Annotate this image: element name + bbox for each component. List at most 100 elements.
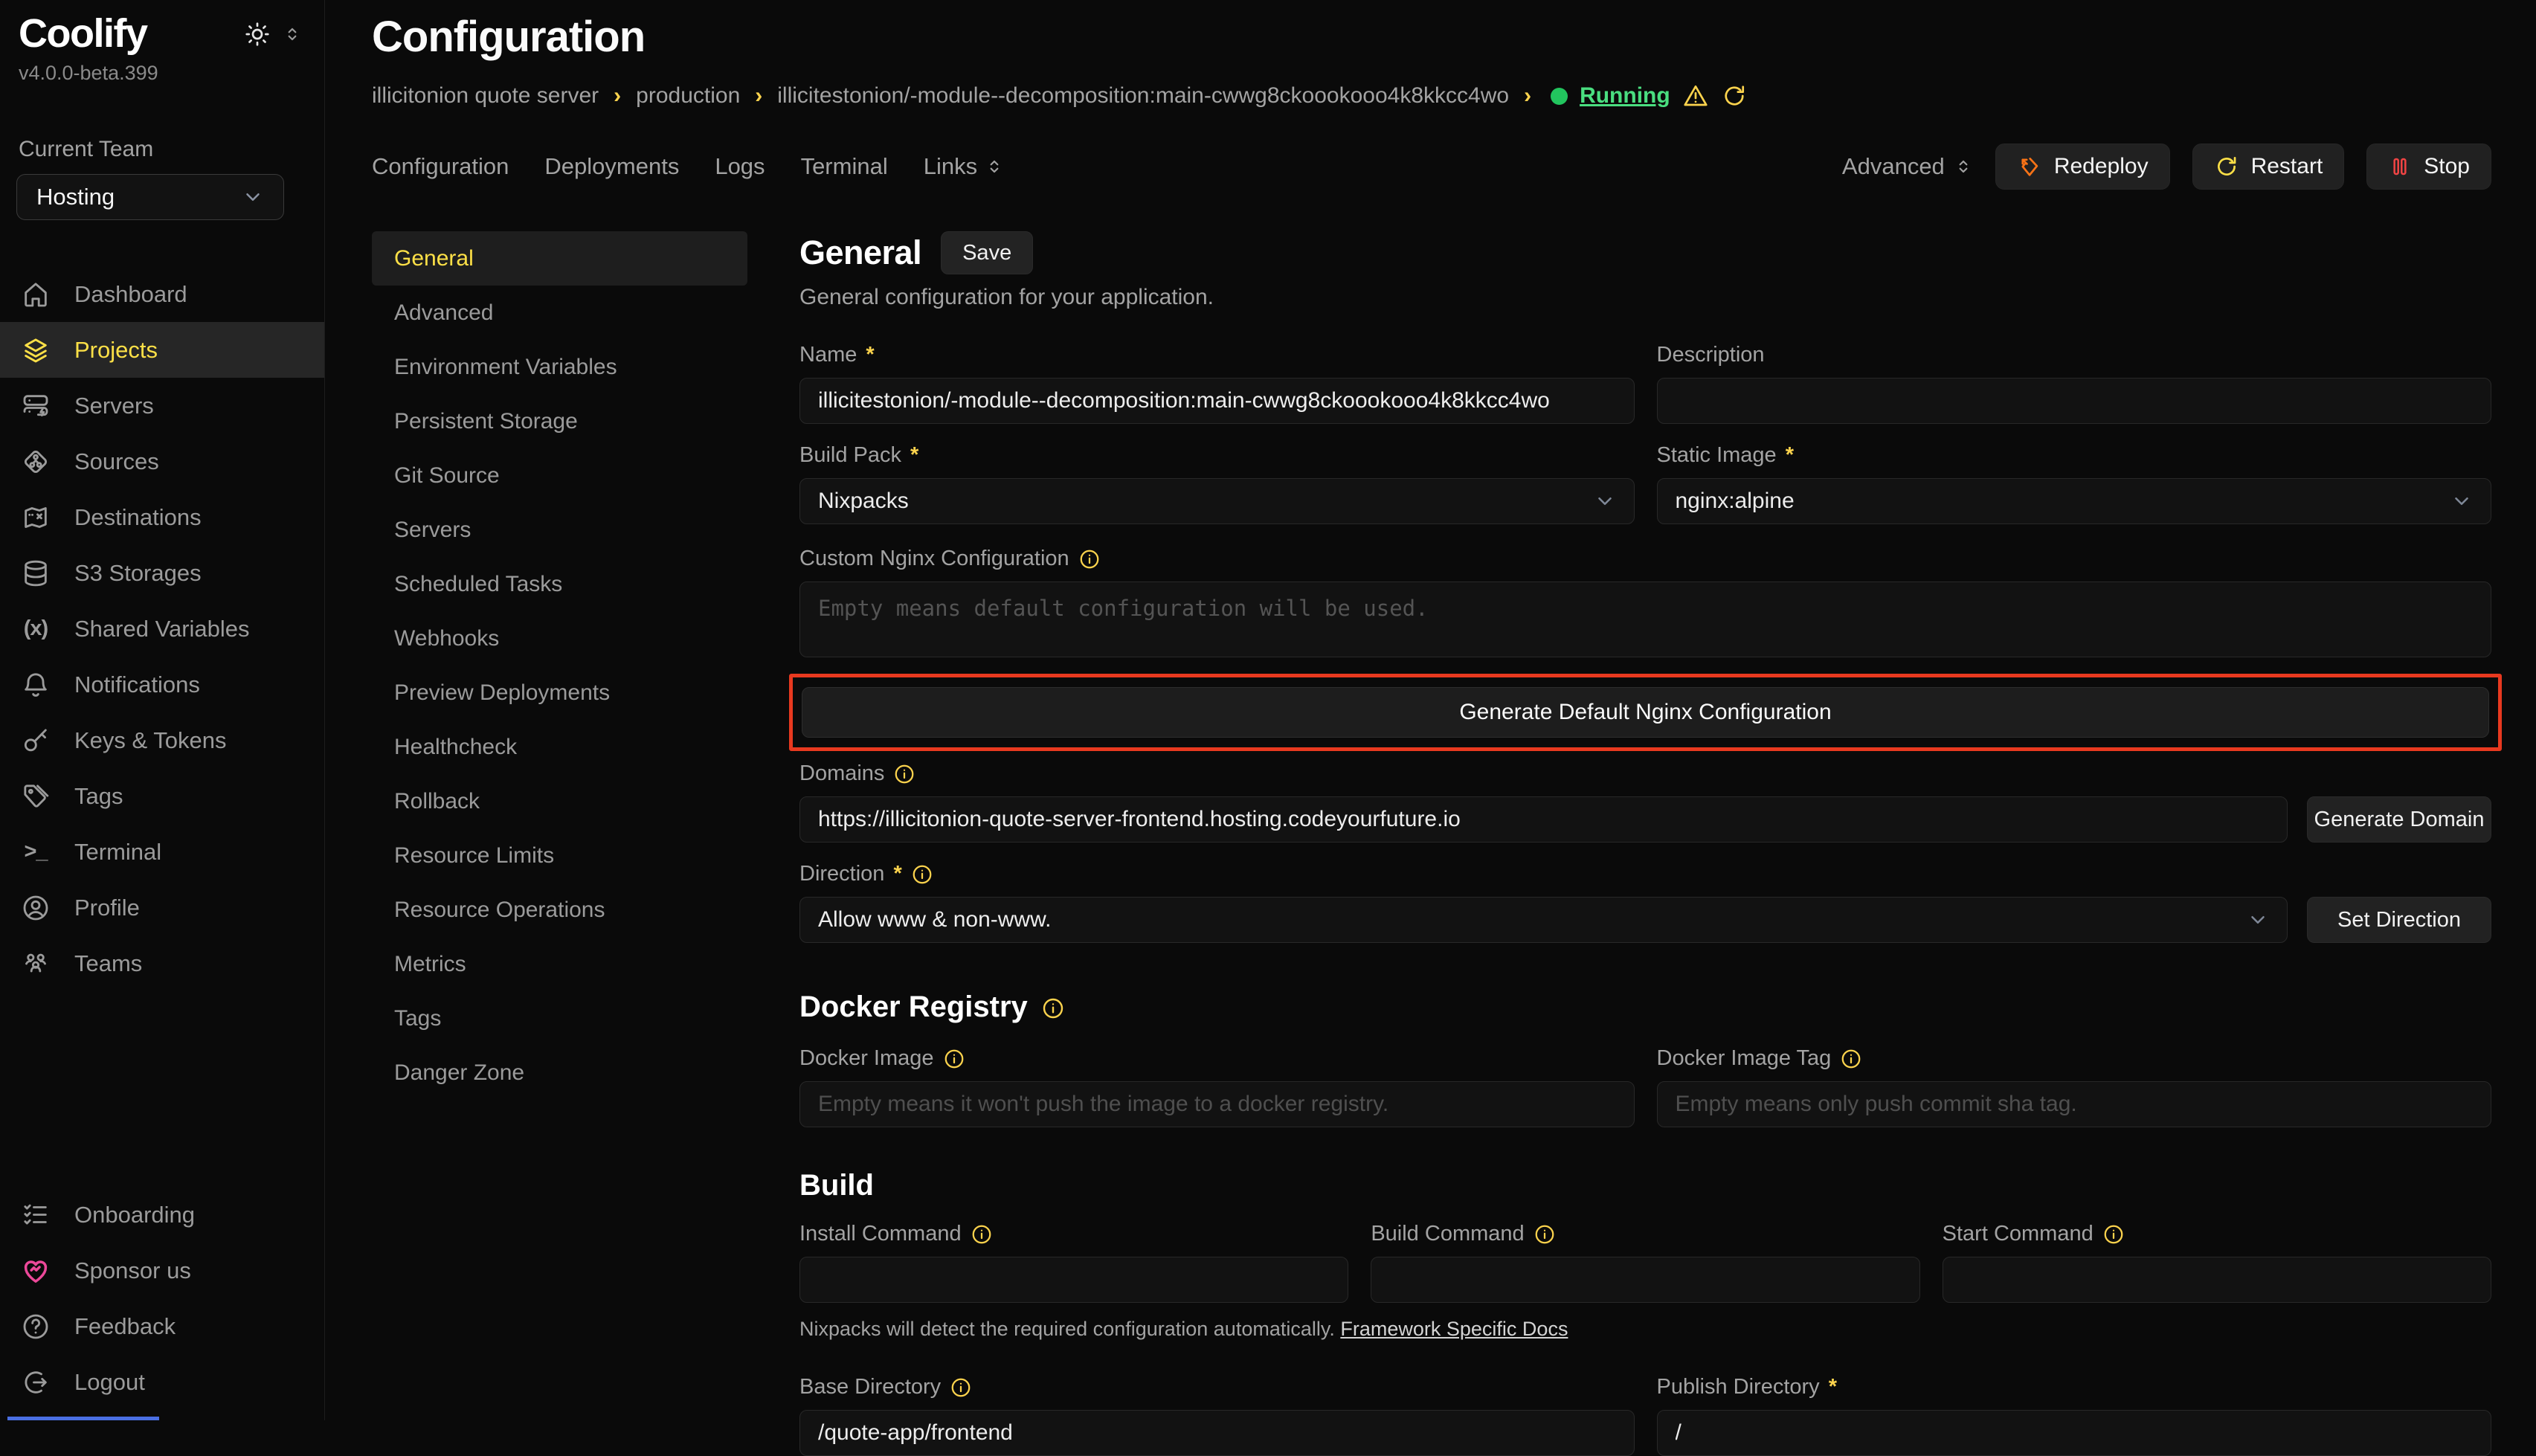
breadcrumb-application[interactable]: illicitestonion/-module--decomposition:m… <box>777 83 1509 109</box>
static-image-select[interactable]: nginx:alpine <box>1657 478 2492 524</box>
sidebar-item-label: Onboarding <box>74 1202 195 1228</box>
sidebar-item-terminal[interactable]: >_ Terminal <box>0 824 324 880</box>
subnav-danger-zone[interactable]: Danger Zone <box>372 1046 747 1100</box>
subnav-metrics[interactable]: Metrics <box>372 937 747 991</box>
sidebar-item-destinations[interactable]: Destinations <box>0 489 324 545</box>
sidebar-item-label: Projects <box>74 337 158 364</box>
warning-triangle-icon[interactable] <box>1682 83 1709 109</box>
sidebar-item-projects[interactable]: Projects <box>0 322 324 378</box>
chevron-down-icon <box>2450 490 2473 512</box>
set-direction-button[interactable]: Set Direction <box>2307 897 2491 943</box>
subnav-resource-operations[interactable]: Resource Operations <box>372 883 747 937</box>
info-icon[interactable] <box>1840 1048 1862 1070</box>
sidebar-item-sponsor[interactable]: Sponsor us <box>0 1243 324 1298</box>
breadcrumb-environment[interactable]: production <box>636 83 740 109</box>
subnav-rollback[interactable]: Rollback <box>372 774 747 828</box>
sidebar-item-s3-storages[interactable]: S3 Storages <box>0 545 324 601</box>
subnav-healthcheck[interactable]: Healthcheck <box>372 720 747 774</box>
save-button[interactable]: Save <box>941 231 1033 274</box>
info-icon[interactable] <box>911 863 933 886</box>
publish-directory-label: Publish Directory <box>1657 1375 1820 1399</box>
tab-links[interactable]: Links <box>924 153 1004 180</box>
stop-pause-icon <box>2388 155 2412 178</box>
build-pack-select[interactable]: Nixpacks <box>799 478 1635 524</box>
subnav-resource-limits[interactable]: Resource Limits <box>372 828 747 883</box>
breadcrumb-project[interactable]: illicitonion quote server <box>372 83 599 109</box>
sidebar-item-label: Notifications <box>74 671 200 698</box>
info-icon[interactable] <box>893 763 915 785</box>
subnav-tags[interactable]: Tags <box>372 991 747 1046</box>
subnav-persistent-storage[interactable]: Persistent Storage <box>372 394 747 448</box>
team-select[interactable]: Hosting <box>16 174 284 220</box>
build-command-input[interactable] <box>1371 1257 1919 1303</box>
subnav-advanced[interactable]: Advanced <box>372 286 747 340</box>
subnav-webhooks[interactable]: Webhooks <box>372 611 747 666</box>
subnav-general[interactable]: General <box>372 231 747 286</box>
info-icon[interactable] <box>971 1223 993 1246</box>
sidebar-item-profile[interactable]: Profile <box>0 880 324 935</box>
sidebar-item-teams[interactable]: Teams <box>0 935 324 991</box>
info-icon[interactable] <box>950 1376 972 1399</box>
terminal-icon: >_ <box>21 837 51 867</box>
redeploy-button[interactable]: Redeploy <box>1995 144 2170 190</box>
sidebar-item-notifications[interactable]: Notifications <box>0 657 324 712</box>
theme-toggle-sun-icon[interactable] <box>244 21 271 48</box>
direction-select[interactable]: Allow www & non-www. <box>799 897 2288 943</box>
advanced-label: Advanced <box>1842 153 1945 180</box>
tab-terminal[interactable]: Terminal <box>801 153 888 180</box>
sidebar-item-onboarding[interactable]: Onboarding <box>0 1187 324 1243</box>
generate-nginx-config-button[interactable]: Generate Default Nginx Configuration <box>802 687 2489 738</box>
description-input[interactable] <box>1657 378 2492 424</box>
sidebar-item-servers[interactable]: Servers <box>0 378 324 434</box>
key-icon <box>21 726 51 756</box>
subnav-environment-variables[interactable]: Environment Variables <box>372 340 747 394</box>
sidebar-item-shared-variables[interactable]: (x) Shared Variables <box>0 601 324 657</box>
stop-button[interactable]: Stop <box>2366 144 2491 190</box>
sidebar-item-dashboard[interactable]: Dashboard <box>0 266 324 322</box>
custom-nginx-textarea[interactable] <box>799 582 2491 657</box>
docker-image-tag-input[interactable] <box>1657 1081 2492 1127</box>
chevron-down-icon <box>1594 490 1616 512</box>
required-asterisk: * <box>1786 443 1794 468</box>
heart-icon <box>21 1256 51 1286</box>
sidebar-item-tags[interactable]: Tags <box>0 768 324 824</box>
redeploy-label: Redeploy <box>2054 154 2149 179</box>
subnav-git-source[interactable]: Git Source <box>372 448 747 503</box>
info-icon[interactable] <box>1533 1223 1556 1246</box>
domains-input[interactable] <box>799 796 2288 843</box>
subnav-servers[interactable]: Servers <box>372 503 747 557</box>
sidebar-item-sources[interactable]: Sources <box>0 434 324 489</box>
base-directory-input[interactable] <box>799 1410 1635 1456</box>
subnav-preview-deployments[interactable]: Preview Deployments <box>372 666 747 720</box>
domains-label: Domains <box>799 761 884 786</box>
generate-domain-button[interactable]: Generate Domain <box>2307 796 2491 843</box>
custom-nginx-label: Custom Nginx Configuration <box>799 547 1069 571</box>
status-running-link[interactable]: Running <box>1580 83 1670 109</box>
sidebar-collapse-chevrons-icon[interactable] <box>283 25 302 44</box>
sidebar-item-label: Dashboard <box>74 281 187 308</box>
info-icon[interactable] <box>1078 548 1101 570</box>
section-title: General <box>799 233 921 272</box>
tab-configuration[interactable]: Configuration <box>372 153 509 180</box>
publish-directory-input[interactable] <box>1657 1410 2492 1456</box>
tab-logs[interactable]: Logs <box>715 153 765 180</box>
restart-button[interactable]: Restart <box>2192 144 2345 190</box>
framework-docs-link[interactable]: Framework Specific Docs <box>1340 1318 1568 1340</box>
info-icon[interactable] <box>2102 1223 2125 1246</box>
info-icon[interactable] <box>943 1048 965 1070</box>
advanced-dropdown[interactable]: Advanced <box>1842 153 1973 180</box>
sidebar-item-label: Keys & Tokens <box>74 727 226 754</box>
refresh-icon[interactable] <box>1721 83 1748 109</box>
docker-image-input[interactable] <box>799 1081 1635 1127</box>
sidebar-item-logout[interactable]: Logout <box>0 1354 324 1410</box>
tab-deployments[interactable]: Deployments <box>544 153 679 180</box>
info-icon[interactable] <box>1041 996 1063 1019</box>
subnav-scheduled-tasks[interactable]: Scheduled Tasks <box>372 557 747 611</box>
build-command-label: Build Command <box>1371 1222 1524 1246</box>
start-command-input[interactable] <box>1943 1257 2491 1303</box>
install-command-input[interactable] <box>799 1257 1348 1303</box>
sidebar-item-feedback[interactable]: Feedback <box>0 1298 324 1354</box>
sidebar-item-keys-tokens[interactable]: Keys & Tokens <box>0 712 324 768</box>
name-input[interactable] <box>799 378 1635 424</box>
sidebar: Coolify v4.0.0-beta.399 Current Team Hos… <box>0 0 325 1420</box>
